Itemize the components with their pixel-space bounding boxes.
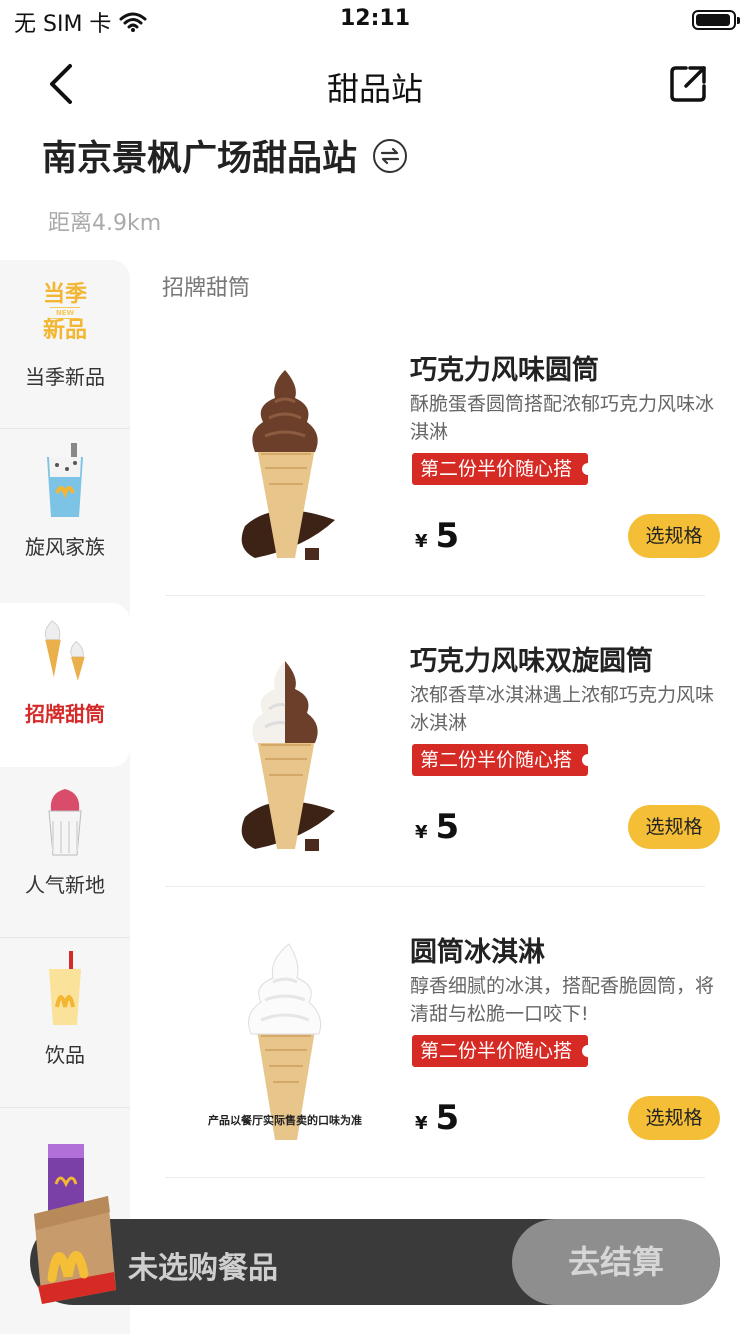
product-name: 巧克力风味圆筒 [410,355,599,386]
product-price: ¥ 5 [415,807,459,847]
promo-badge: 第二份半价随心搭 [412,1035,595,1067]
select-spec-button[interactable]: 选规格 [628,805,720,849]
sundae-cup-icon [48,789,82,856]
product-card[interactable]: 产品以餐厅实际售卖的口味为准 圆筒冰淇淋 醇香细腻的冰淇，搭配香脆圆筒，将清甜与… [165,900,720,1191]
price-value: 5 [435,1098,460,1138]
drink-cup-icon [49,951,81,1025]
currency-symbol: ¥ [415,822,428,843]
select-spec-button[interactable]: 选规格 [628,514,720,558]
row-divider [165,595,705,596]
chocolate-cone-image [241,370,335,560]
product-price: ¥ 5 [415,1098,459,1138]
store-name: 南京景枫广场甜品站 [42,139,358,179]
status-time: 12:11 [339,6,411,31]
sidebar-divider [0,428,130,429]
sidebar-item-drinks[interactable]: 饮品 [0,938,130,1108]
sidebar-item-sundae[interactable]: 人气新地 [0,768,130,938]
image-caption: 产品以餐厅实际售卖的口味为准 [208,1114,362,1127]
cart-empty-text: 未选购餐品 [128,1251,278,1286]
product-description: 醇香细腻的冰淇，搭配香脆圆筒，将清甜与松脆一口咬下! [410,975,715,1025]
sidebar-item-label: 人气新地 [25,873,105,897]
sidebar-item-label: 当季新品 [25,365,105,389]
promo-badge: 第二份半价随心搭 [412,453,595,485]
select-spec-button[interactable]: 选规格 [628,1096,720,1140]
section-title: 招牌甜筒 [162,276,251,301]
product-description: 浓郁香草冰淇淋遇上浓郁巧克力风味冰淇淋 [410,684,715,734]
promo-badge: 第二份半价随心搭 [412,744,595,776]
sidebar-item-mcflurry[interactable]: 旋风家族 [0,430,130,600]
product-card[interactable]: 巧克力风味双旋圆筒 浓郁香草冰淇淋遇上浓郁巧克力风味冰淇淋 第二份半价随心搭 ¥… [165,609,720,900]
product-price: ¥ 5 [415,516,459,556]
shopping-bag-icon[interactable] [28,1190,120,1306]
switch-store-icon[interactable] [373,138,408,173]
sidebar-divider [0,1107,130,1108]
battery-icon [692,10,740,30]
seasonal-new-icon: 当季 NEW 新品 [42,282,87,343]
store-header[interactable]: 南京景枫广场甜品站 [42,130,408,181]
twist-cone-image [241,661,335,851]
status-bar: 无 SIM 卡 12:11 [0,0,750,44]
sidebar-item-signature-cones[interactable]: 招牌甜筒 [0,603,130,767]
row-divider [165,1177,705,1178]
store-distance: 距离4.9km [48,211,162,236]
sidebar-item-label: 饮品 [45,1043,85,1067]
nav-bar: 甜品站 [0,44,750,124]
sidebar-item-label: 招牌甜筒 [25,702,105,726]
currency-symbol: ¥ [415,1113,428,1134]
mcflurry-cup-icon [47,443,83,517]
product-name: 巧克力风味双旋圆筒 [410,646,653,677]
page-title: 甜品站 [326,70,423,108]
currency-symbol: ¥ [415,531,428,552]
row-divider [165,886,705,887]
ice-cream-cones-icon [44,620,85,681]
category-sidebar: 当季 NEW 新品 当季新品 旋风家族 招牌甜筒 人气新地 饮品 [0,260,130,1334]
share-icon[interactable] [666,62,710,106]
product-card[interactable]: 巧克力风味圆筒 酥脆蛋香圆筒搭配浓郁巧克力风味冰淇淋 第二份半价随心搭 ¥ 5 … [165,318,720,609]
product-description: 酥脆蛋香圆筒搭配浓郁巧克力风味冰淇淋 [410,393,715,443]
price-value: 5 [435,807,460,847]
sidebar-item-seasonal[interactable]: 当季 NEW 新品 当季新品 [0,260,130,430]
checkout-button[interactable]: 去结算 [512,1219,720,1305]
product-name: 圆筒冰淇淋 [410,937,545,968]
sidebar-item-label: 旋风家族 [25,535,105,559]
price-value: 5 [435,516,460,556]
